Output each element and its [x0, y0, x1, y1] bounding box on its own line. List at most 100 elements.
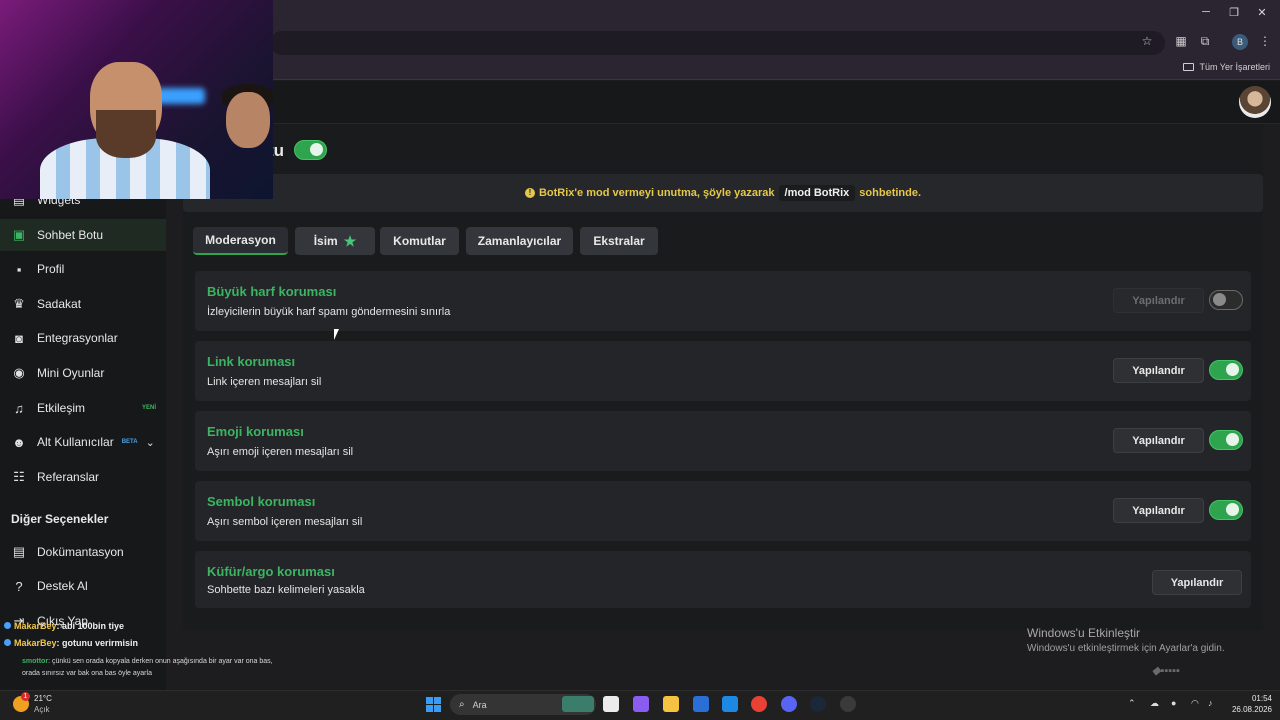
restore-icon[interactable]: ❐: [1224, 6, 1244, 19]
mod-command: /mod BotRix: [778, 185, 856, 201]
copilot-icon[interactable]: [633, 696, 649, 712]
profanity-protection-card: Küfür/argo koruması Sohbette bazı kelime…: [195, 551, 1251, 608]
sidebar-item-interaction[interactable]: ♫ Etkileşim YENİ: [0, 392, 166, 424]
chat-message-continued: orada sınırsız var bak ona bas öyle ayar…: [22, 670, 152, 677]
symbol-protection-toggle[interactable]: [1209, 500, 1243, 520]
outlook-icon[interactable]: [722, 696, 738, 712]
trophy-icon: ♛: [13, 296, 25, 311]
bot-icon: ▣: [12, 227, 26, 242]
link-protection-toggle[interactable]: [1209, 360, 1243, 380]
configure-button[interactable]: Yapılandır: [1113, 358, 1204, 383]
link-protection-card: Link koruması Link içeren mesajları sil …: [195, 341, 1251, 401]
tab-commands[interactable]: Komutlar: [380, 227, 459, 255]
sidebar-item-referrals[interactable]: ☷ Referanslar: [0, 461, 166, 493]
weather-description: Açık: [34, 705, 50, 714]
mouse-cursor: [334, 329, 339, 340]
mod-reminder-alert: ! BotRix'e mod vermeyi unutma, şöyle yaz…: [183, 174, 1263, 212]
bot-enable-toggle[interactable]: [294, 140, 327, 160]
card-description: Sohbette bazı kelimeleri yasakla: [207, 584, 365, 596]
users-icon: ☻: [12, 434, 26, 450]
bookmark-star-icon[interactable]: ☆: [1139, 34, 1155, 48]
all-bookmarks-button[interactable]: Tüm Yer İşaretleri: [1183, 62, 1270, 72]
section-heading-other-options: Diğer Seçenekler: [11, 512, 109, 526]
card-title: Küfür/argo koruması: [207, 564, 335, 579]
windows-start-icon[interactable]: [426, 697, 441, 712]
referrals-icon: ☷: [13, 469, 25, 484]
chat-message: smottor: çünkü sen orada kopyala derken …: [22, 658, 273, 665]
steam-icon[interactable]: [810, 696, 826, 712]
configure-button[interactable]: Yapılandır: [1152, 570, 1242, 595]
webcam-overlay: [0, 0, 273, 199]
help-icon: ?: [15, 578, 23, 594]
chevron-down-icon[interactable]: ⌄: [146, 436, 155, 449]
warning-icon: !: [524, 188, 535, 198]
integrations-icon: ◙: [15, 330, 23, 346]
cloud-icon[interactable]: ☁: [1150, 698, 1159, 709]
tab-name[interactable]: İsim ★: [295, 227, 375, 255]
configure-button[interactable]: Yapılandır: [1113, 498, 1204, 523]
channel-logo-watermark: ◆▪▪▪▪▪: [1152, 665, 1180, 677]
symbol-protection-card: Sembol koruması Aşırı sembol içeren mesa…: [195, 481, 1251, 541]
app-icon[interactable]: [840, 696, 856, 712]
widgets-app-icon[interactable]: [562, 696, 594, 712]
emoji-protection-card: Emoji koruması Aşırı emoji içeren mesajl…: [195, 411, 1251, 471]
chevron-up-icon[interactable]: ⌃: [1128, 698, 1136, 709]
sidebar-item-profile[interactable]: ▪ Profil: [0, 253, 166, 285]
weather-temperature: 21°C: [34, 694, 52, 703]
docs-icon: ▤: [12, 544, 26, 559]
sidebar-item-sub-users[interactable]: ☻ Alt Kullanıcılar BETA ⌄: [0, 426, 166, 458]
puzzle-icon[interactable]: ⧉: [1197, 34, 1213, 49]
avatar[interactable]: [1239, 86, 1271, 118]
store-icon[interactable]: [693, 696, 709, 712]
microphone-icon[interactable]: ●: [1171, 698, 1176, 708]
chrome-icon[interactable]: [751, 696, 767, 712]
profile-card-icon: ▪: [16, 261, 22, 277]
tab-moderation[interactable]: Moderasyon: [193, 227, 288, 255]
sidebar-item-mini-games[interactable]: ◉ Mini Oyunlar: [0, 357, 166, 389]
windows-activation-desc: Windows'u etkinleştirmek için Ayarlar'a …: [1027, 643, 1225, 654]
sidebar-item-loyalty[interactable]: ♛ Sadakat: [0, 288, 166, 320]
caps-protection-toggle[interactable]: [1209, 290, 1243, 310]
sidebar-item-chat-bot[interactable]: ▣ Sohbet Botu: [0, 219, 166, 251]
task-view-icon[interactable]: [603, 696, 619, 712]
volume-icon[interactable]: ♪: [1208, 698, 1213, 708]
card-description: İzleyicilerin büyük harf spamı göndermes…: [207, 306, 451, 318]
emoji-protection-toggle[interactable]: [1209, 430, 1243, 450]
folder-icon: [1183, 63, 1195, 71]
extension-grid-icon[interactable]: ▦: [1173, 34, 1189, 48]
browser-profile-avatar[interactable]: B: [1232, 34, 1248, 50]
gamepad-icon: ◉: [13, 365, 25, 380]
wifi-icon[interactable]: ◠: [1191, 698, 1199, 709]
configure-button[interactable]: Yapılandır: [1113, 288, 1204, 313]
configure-button[interactable]: Yapılandır: [1113, 428, 1204, 453]
card-description: Aşırı emoji içeren mesajları sil: [207, 446, 354, 458]
notification-badge: 1: [21, 692, 30, 701]
chat-badge-icon: [4, 639, 11, 646]
menu-kebab-icon[interactable]: ⋮: [1257, 34, 1273, 48]
card-title: Büyük harf koruması: [207, 284, 337, 299]
tab-extras[interactable]: Ekstralar: [580, 227, 658, 255]
card-title: Sembol koruması: [207, 494, 316, 509]
taskbar-clock-time[interactable]: 01:54: [1232, 694, 1272, 703]
caps-protection-card: Büyük harf koruması İzleyicilerin büyük …: [195, 271, 1251, 331]
sidebar-item-support[interactable]: ? Destek Al: [0, 570, 166, 602]
discord-icon[interactable]: [781, 696, 797, 712]
sidebar-item-integrations[interactable]: ◙ Entegrasyonlar: [0, 322, 166, 354]
chat-message: MakarBey: abi 100bin tiye: [4, 621, 124, 631]
card-description: Aşırı sembol içeren mesajları sil: [207, 516, 363, 528]
tab-timers[interactable]: Zamanlayıcılar: [466, 227, 573, 255]
card-title: Link koruması: [207, 354, 296, 369]
minimize-icon[interactable]: ─: [1196, 6, 1216, 18]
taskbar-clock-date[interactable]: 26.08.2026: [1226, 705, 1272, 714]
chat-message: MakarBey: gotunu verirmisin: [4, 638, 138, 648]
file-explorer-icon[interactable]: [663, 696, 679, 712]
music-note-icon: ♫: [14, 400, 24, 416]
beta-badge: BETA: [121, 439, 138, 445]
sidebar-item-documentation[interactable]: ▤ Dokümantasyon: [0, 536, 166, 568]
address-bar[interactable]: [270, 31, 1165, 55]
close-icon[interactable]: ✕: [1252, 6, 1272, 19]
card-title: Emoji koruması: [207, 424, 304, 439]
chat-badge-icon: [4, 622, 11, 629]
search-icon: ⌕: [459, 699, 465, 710]
card-description: Link içeren mesajları sil: [207, 376, 322, 388]
